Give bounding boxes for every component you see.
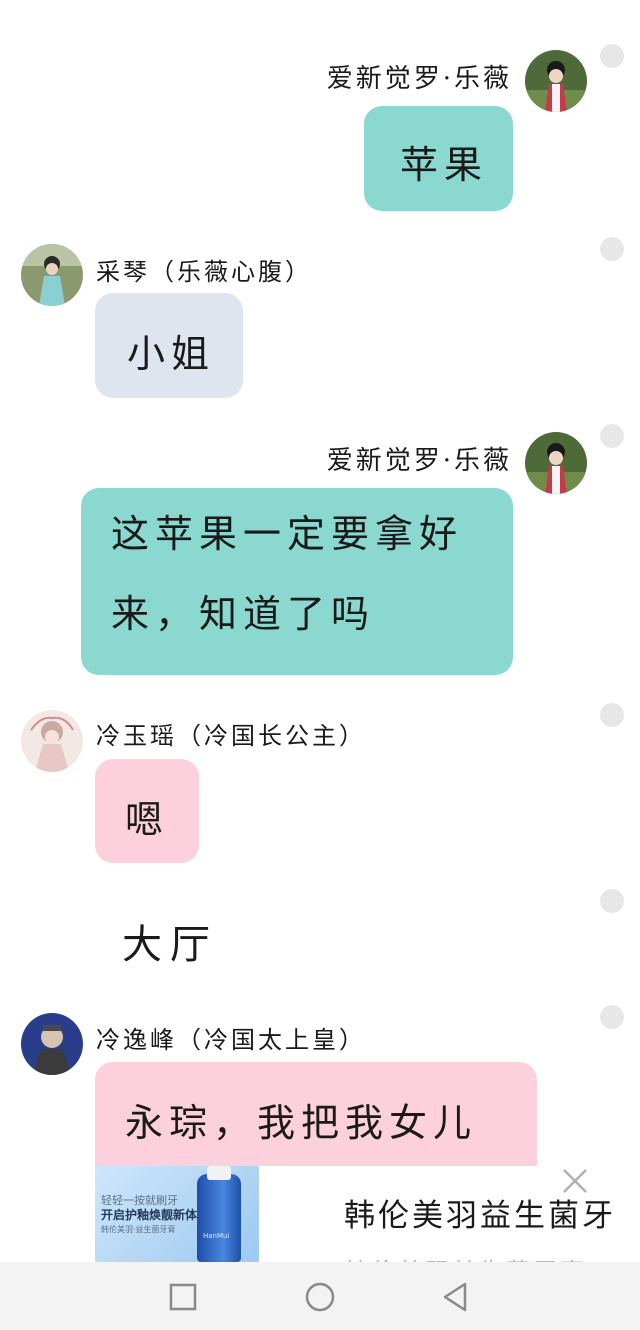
- sender-name: 冷逸峰（冷国太上皇）: [96, 1026, 366, 1054]
- message-status-dot: [600, 424, 624, 448]
- sender-name: 爱新觉罗·乐薇: [326, 64, 512, 94]
- sender-name: 冷玉瑶（冷国长公主）: [96, 722, 366, 750]
- ad-title[interactable]: 韩伦美羽益生菌牙: [344, 1190, 616, 1235]
- avatar-lengyuyao[interactable]: [21, 710, 83, 772]
- message-text: 苹果: [400, 143, 489, 187]
- close-icon[interactable]: [560, 1166, 590, 1196]
- avatar-caiqin[interactable]: [21, 244, 83, 306]
- ad-image-text: 韩伦美羽·益生菌牙膏: [101, 1225, 176, 1234]
- message-bubble[interactable]: 永琮，我把我女儿: [95, 1062, 537, 1182]
- triangle-back-icon[interactable]: [438, 1280, 472, 1314]
- toothpaste-image: [197, 1174, 241, 1262]
- ad-banner[interactable]: 轻轻一按就刷牙 开启护釉焕靓新体验 韩伦美羽·益生菌牙膏 HanMui 韩伦美羽…: [0, 1166, 640, 1262]
- message-bubble[interactable]: 苹果: [364, 106, 513, 211]
- message-text: 小姐: [127, 332, 216, 376]
- circle-icon[interactable]: [303, 1280, 337, 1314]
- sender-name: 爱新觉罗·乐薇: [326, 446, 512, 476]
- message-status-dot: [600, 44, 624, 68]
- message-bubble[interactable]: 嗯: [95, 759, 199, 863]
- sender-name: 采琴（乐薇心腹）: [96, 258, 312, 286]
- square-icon[interactable]: [166, 1280, 200, 1314]
- scene-narration: 大厅: [122, 922, 218, 968]
- message-text-line: 来，知道了吗: [111, 592, 376, 636]
- message-status-dot: [600, 1005, 624, 1029]
- ad-image-text: 开启护釉焕靓新体验: [101, 1208, 210, 1222]
- avatar-lewei[interactable]: [525, 50, 587, 112]
- message-text-line: 这苹果一定要拿好: [111, 512, 464, 556]
- toothpaste-cap: [207, 1166, 231, 1180]
- message-text: 嗯: [125, 798, 170, 842]
- message-text: 永琮，我把我女儿: [125, 1101, 478, 1145]
- message-status-dot: [600, 703, 624, 727]
- message-status-dot: [600, 237, 624, 261]
- avatar-lewei[interactable]: [525, 432, 587, 494]
- ad-brand: HanMui: [203, 1232, 230, 1240]
- ad-image[interactable]: 轻轻一按就刷牙 开启护釉焕靓新体验 韩伦美羽·益生菌牙膏 HanMui: [95, 1166, 259, 1262]
- message-bubble[interactable]: 小姐: [95, 293, 243, 398]
- avatar-lengyifeng[interactable]: [21, 1013, 83, 1075]
- message-status-dot: [600, 889, 624, 913]
- message-bubble[interactable]: 这苹果一定要拿好 来，知道了吗: [81, 488, 513, 675]
- system-nav-bar: [0, 1262, 640, 1330]
- ad-subtitle: 韩伦美羽益生菌牙膏: [344, 1252, 587, 1262]
